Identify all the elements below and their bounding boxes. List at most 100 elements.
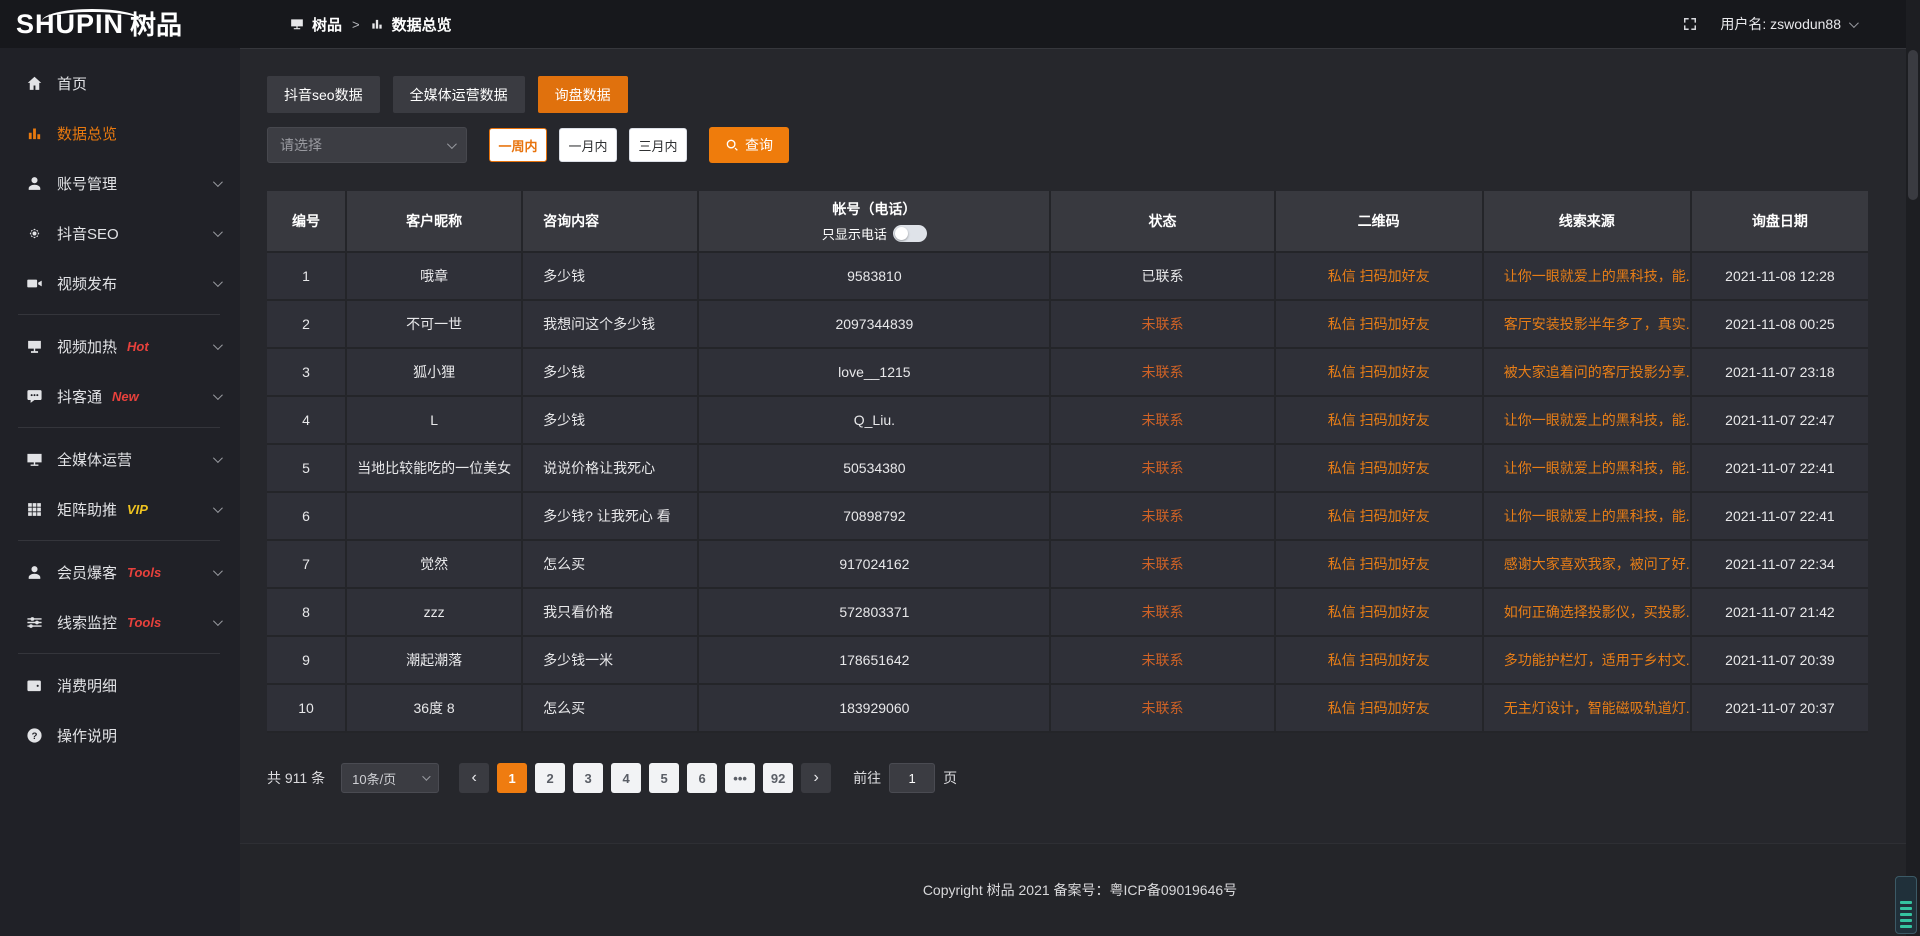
tab-omni-media-data[interactable]: 全媒体运营数据 [393, 76, 525, 113]
cell-index: 6 [267, 493, 347, 541]
cell-nickname: 潮起潮落 [347, 637, 523, 685]
table-row: 4 L 多少钱 Q_Liu. 未联系 私信 扫码加好友 让你一眼就爱上的黑科技，… [267, 397, 1868, 445]
user-icon [26, 175, 43, 192]
page-button-4[interactable]: 4 [611, 763, 641, 793]
cell-qrcode-link[interactable]: 私信 扫码加好友 [1276, 685, 1484, 733]
goto-page-input[interactable] [889, 763, 935, 793]
cell-qrcode-link[interactable]: 私信 扫码加好友 [1276, 445, 1484, 493]
cell-date: 2021-11-08 00:25 [1692, 301, 1868, 349]
sidebar-item-omni-media-ops[interactable]: 全媒体运营 [0, 434, 240, 484]
chevron-down-icon [447, 139, 457, 149]
filter-select[interactable]: 请选择 [267, 127, 467, 163]
breadcrumb-root[interactable]: 树品 [312, 14, 342, 35]
cell-lead-source[interactable]: 无主灯设计，智能磁吸轨道灯... [1484, 685, 1692, 733]
cell-status: 未联系 [1051, 397, 1275, 445]
sidebar-item-video-publish[interactable]: 视频发布 [0, 258, 240, 308]
cell-qrcode-link[interactable]: 私信 扫码加好友 [1276, 253, 1484, 301]
user-menu[interactable]: 用户名: zswodun88 [1720, 14, 1856, 34]
cell-status: 未联系 [1051, 301, 1275, 349]
sidebar-item-douyin-seo[interactable]: 抖音SEO [0, 208, 240, 258]
cell-qrcode-link[interactable]: 私信 扫码加好友 [1276, 589, 1484, 637]
page-button-1[interactable]: 1 [497, 763, 527, 793]
cell-qrcode-link[interactable]: 私信 扫码加好友 [1276, 637, 1484, 685]
period-button-2[interactable]: 三月内 [629, 128, 687, 162]
sidebar-item-douketong[interactable]: 抖客通 New [0, 371, 240, 421]
cell-date: 2021-11-07 22:34 [1692, 541, 1868, 589]
search-icon [725, 138, 739, 152]
cell-lead-source[interactable]: 让你一眼就爱上的黑科技，能... [1484, 445, 1692, 493]
sidebar-item-label: 账号管理 [57, 173, 117, 194]
chevron-down-icon [213, 177, 223, 187]
user-label: 用户名: zswodun88 [1720, 14, 1841, 34]
more-pages-button[interactable]: ••• [725, 763, 755, 793]
cell-nickname: 当地比较能吃的一位美女 [347, 445, 523, 493]
page-size-value: 10条/页 [352, 769, 396, 788]
page-button-3[interactable]: 3 [573, 763, 603, 793]
sidebar-item-label: 视频发布 [57, 273, 117, 294]
phone-only-toggle[interactable] [893, 225, 927, 242]
cell-index: 5 [267, 445, 347, 493]
sidebar-item-label: 数据总览 [57, 123, 117, 144]
sidebar-item-data-overview[interactable]: 数据总览 [0, 108, 240, 158]
prev-page-button[interactable]: ‹ [459, 763, 489, 793]
table-row: 1 哦章 多少钱 9583810 已联系 私信 扫码加好友 让你一眼就爱上的黑科… [267, 253, 1868, 301]
col-qrcode: 二维码 [1276, 191, 1484, 253]
tab-douyin-seo-data[interactable]: 抖音seo数据 [267, 76, 380, 113]
cell-message: 多少钱 [523, 349, 699, 397]
cell-index: 2 [267, 301, 347, 349]
cell-index: 4 [267, 397, 347, 445]
sidebar-item-label: 视频加热 [57, 336, 117, 357]
cell-qrcode-link[interactable]: 私信 扫码加好友 [1276, 541, 1484, 589]
sidebar-item-member-baoke[interactable]: 会员爆客 Tools [0, 547, 240, 597]
cell-nickname: 狐小狸 [347, 349, 523, 397]
sidebar-item-home[interactable]: 首页 [0, 58, 240, 108]
sidebar-item-consumption-detail[interactable]: 消费明细 [0, 660, 240, 710]
cell-lead-source[interactable]: 被大家追着问的客厅投影分享... [1484, 349, 1692, 397]
cell-date: 2021-11-07 23:18 [1692, 349, 1868, 397]
cell-lead-source[interactable]: 客厅安装投影半年多了，真实... [1484, 301, 1692, 349]
cell-message: 怎么买 [523, 541, 699, 589]
cell-qrcode-link[interactable]: 私信 扫码加好友 [1276, 349, 1484, 397]
sidebar-item-video-heating[interactable]: 视频加热 Hot [0, 321, 240, 371]
sidebar-item-operation-guide[interactable]: 操作说明 [0, 710, 240, 760]
cell-qrcode-link[interactable]: 私信 扫码加好友 [1276, 301, 1484, 349]
fullscreen-icon[interactable] [1682, 16, 1698, 32]
cell-qrcode-link[interactable]: 私信 扫码加好友 [1276, 397, 1484, 445]
cell-nickname [347, 493, 523, 541]
next-page-button[interactable]: › [801, 763, 831, 793]
sidebar-item-lead-monitor[interactable]: 线索监控 Tools [0, 597, 240, 647]
page-button-6[interactable]: 6 [687, 763, 717, 793]
cell-account: 9583810 [699, 253, 1051, 301]
sidebar-item-account-management[interactable]: 账号管理 [0, 158, 240, 208]
chevron-down-icon [213, 503, 223, 513]
cell-qrcode-link[interactable]: 私信 扫码加好友 [1276, 493, 1484, 541]
period-button-1[interactable]: 一月内 [559, 128, 617, 162]
cell-lead-source[interactable]: 让你一眼就爱上的黑科技，能... [1484, 253, 1692, 301]
scrollbar-thumb[interactable] [1908, 50, 1918, 200]
cell-status: 未联系 [1051, 637, 1275, 685]
cell-lead-source[interactable]: 感谢大家喜欢我家，被问了好... [1484, 541, 1692, 589]
search-button[interactable]: 查询 [709, 127, 789, 163]
sliders-icon [26, 614, 43, 631]
page-button-2[interactable]: 2 [535, 763, 565, 793]
page-button-92[interactable]: 92 [763, 763, 793, 793]
sidebar-divider [18, 427, 220, 428]
breadcrumb-current: 数据总览 [392, 14, 452, 35]
sidebar-item-label: 消费明细 [57, 675, 117, 696]
chevron-down-icon [422, 772, 430, 780]
cell-lead-source[interactable]: 如何正确选择投影仪，买投影... [1484, 589, 1692, 637]
period-button-0[interactable]: 一周内 [489, 128, 547, 162]
tab-inquiry-data[interactable]: 询盘数据 [538, 76, 628, 113]
cell-account: 2097344839 [699, 301, 1051, 349]
sidebar-item-matrix-boost[interactable]: 矩阵助推 VIP [0, 484, 240, 534]
cell-lead-source[interactable]: 多功能护栏灯，适用于乡村文... [1484, 637, 1692, 685]
browser-extension-widget[interactable] [1895, 876, 1917, 934]
page-button-5[interactable]: 5 [649, 763, 679, 793]
cell-lead-source[interactable]: 让你一眼就爱上的黑科技，能... [1484, 493, 1692, 541]
period-buttons: 一周内一月内三月内 [489, 128, 687, 162]
cell-lead-source[interactable]: 让你一眼就爱上的黑科技，能... [1484, 397, 1692, 445]
sidebar-item-label: 抖客通 [57, 386, 102, 407]
scrollbar-track[interactable] [1906, 0, 1920, 936]
chevron-down-icon [213, 227, 223, 237]
page-size-select[interactable]: 10条/页 [341, 763, 439, 793]
